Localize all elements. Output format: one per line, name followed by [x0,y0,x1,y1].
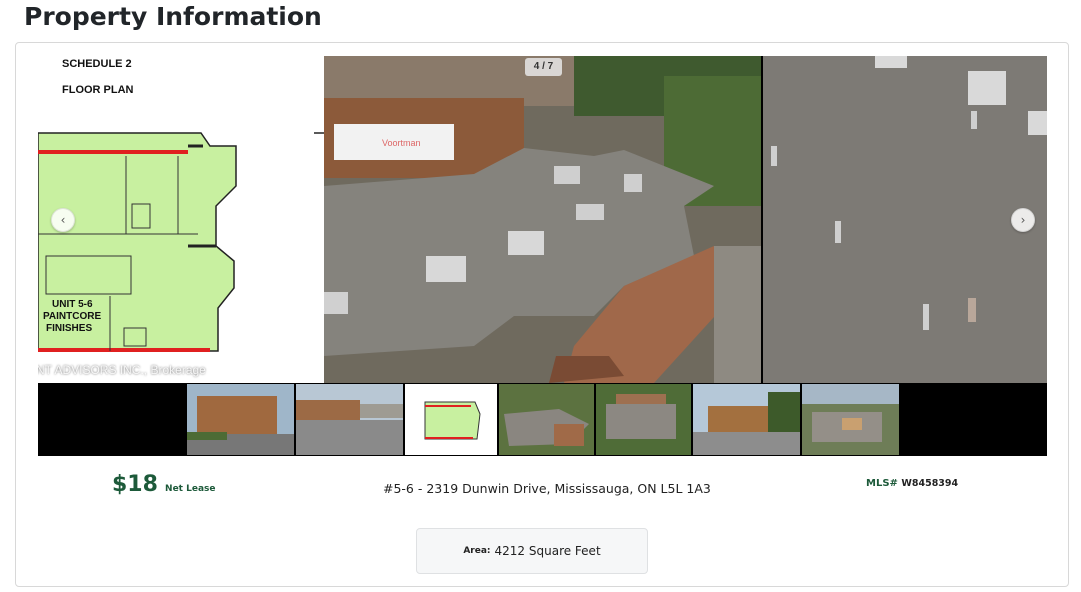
brokerage-watermark: NT ADVISORS INC., Brokerage [38,363,206,377]
page-title: Property Information [24,2,322,31]
svg-text:Voortman: Voortman [382,138,421,148]
property-address: #5-6 - 2319 Dunwin Drive, Mississauga, O… [383,481,711,496]
area-label: Area: [463,546,491,556]
slide-floor-plan[interactable]: SCHEDULE 2 FLOOR PLAN UNIT 5-6 PAINTCORE… [38,56,324,383]
unit-label: UNIT 5-6 [52,299,93,310]
thumbnail-building-front[interactable] [693,384,800,455]
mls-number: MLS# W8458394 [866,478,958,489]
thumbnail-aerial-lot[interactable] [596,384,691,455]
slide-aerial-roof[interactable]: Voortman 4 / 7 [324,56,761,383]
area-box: Area: 4212 Square Feet [416,528,648,574]
thumbnail-floor-plan[interactable] [405,384,497,455]
photo-gallery[interactable]: SCHEDULE 2 FLOOR PLAN UNIT 5-6 PAINTCORE… [38,56,1047,383]
listing-price: $18 Net Lease [112,472,215,497]
gallery-prev-button[interactable]: ‹ [51,208,75,232]
finish-label-2: FINISHES [46,323,93,334]
thumbnail-strip [38,383,1047,456]
mls-label: MLS# [866,478,898,489]
thumbnail-aerial-view[interactable] [802,384,899,455]
price-amount: $18 [112,472,158,497]
gallery-next-button[interactable]: › [1011,208,1035,232]
aerial-roof-image: Voortman [324,56,761,383]
slide-roof-closeup[interactable] [763,56,1047,383]
floor-plan-heading: SCHEDULE 2 [62,58,132,70]
chevron-right-icon: › [1020,213,1026,227]
thumbnail-building-exterior[interactable] [187,384,294,455]
area-value: 4212 Square Feet [494,544,601,558]
chevron-left-icon: ‹ [60,213,66,227]
roof-closeup-image [763,56,1047,383]
lease-type: Net Lease [165,484,216,494]
finish-label: PAINTCORE [43,311,102,322]
thumbnail-aerial-roof[interactable] [499,384,594,455]
mls-value: W8458394 [901,478,959,489]
slide-counter: 4 / 7 [525,58,562,76]
thumbnail-parking-lot[interactable] [296,384,403,455]
floor-plan-subheading: FLOOR PLAN [62,84,134,96]
